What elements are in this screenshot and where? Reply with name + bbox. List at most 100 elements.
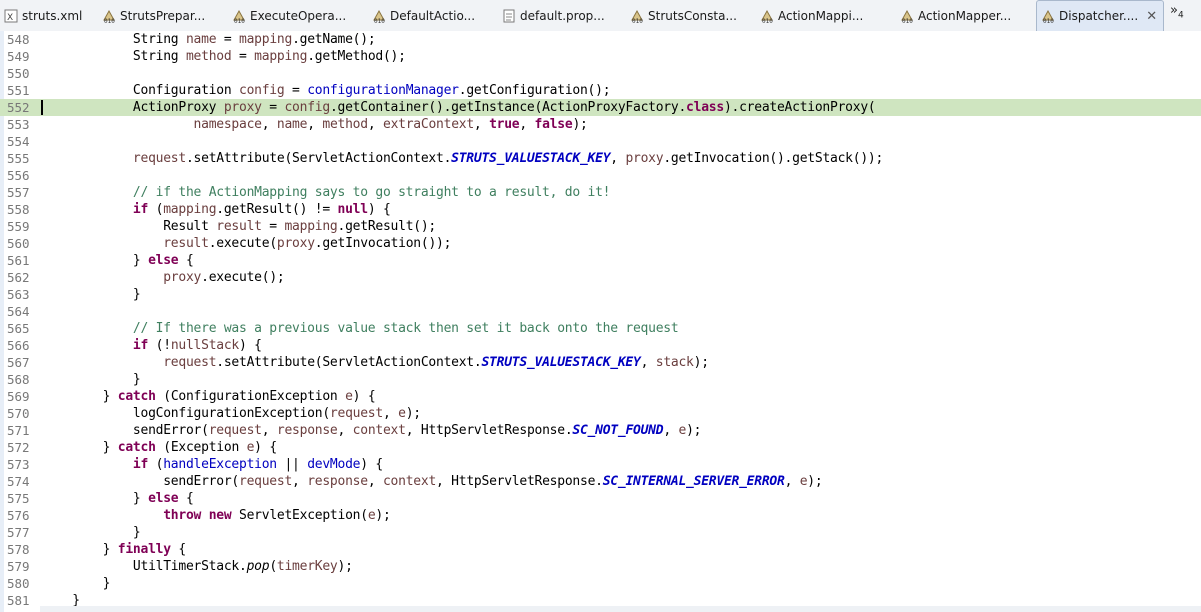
code-token: String xyxy=(42,49,186,64)
code-token: sendError( xyxy=(42,423,209,438)
code-token: , xyxy=(519,117,535,132)
code-line[interactable]: 555 request.setAttribute(ServletActionCo… xyxy=(0,150,1201,167)
code-token: context xyxy=(382,474,437,489)
tab-default-prop[interactable]: default.prop... xyxy=(502,0,630,31)
code-line[interactable]: 570 logConfigurationException(request, e… xyxy=(0,405,1201,422)
code-line[interactable]: 561 } else { xyxy=(0,252,1201,269)
svg-text:010: 010 xyxy=(632,18,643,23)
code-line[interactable]: 573 if (handleException || devMode) { xyxy=(0,456,1201,473)
code-line[interactable]: 574 sendError(request, response, context… xyxy=(0,473,1201,490)
code-token: } xyxy=(42,542,118,557)
code-token: ); xyxy=(693,355,709,370)
code-text: } else { xyxy=(42,490,194,507)
tab-label: struts.xml xyxy=(22,8,83,23)
code-line[interactable]: 575 } else { xyxy=(0,490,1201,507)
code-token: else xyxy=(148,253,179,268)
tab-executeopera[interactable]: 010 ExecuteOpera... xyxy=(232,0,366,31)
code-line[interactable]: 564 xyxy=(0,303,1201,320)
code-line[interactable]: 568 } xyxy=(0,371,1201,388)
tab-defaultactio[interactable]: 010 DefaultActio... xyxy=(372,0,498,31)
code-token: ); xyxy=(337,559,353,574)
close-icon[interactable]: ✕ xyxy=(1146,9,1157,24)
code-editor[interactable]: 548 String name = mapping.getName(); 549 … xyxy=(0,31,1201,612)
line-number: 553 xyxy=(7,117,30,132)
code-text: if (mapping.getResult() != null) { xyxy=(42,201,391,218)
code-token: { xyxy=(170,542,186,557)
code-line[interactable]: 559 Result result = mapping.getResult(); xyxy=(0,218,1201,235)
code-line[interactable]: 565 // If there was a previous value sta… xyxy=(0,320,1201,337)
code-line[interactable]: 567 request.setAttribute(ServletActionCo… xyxy=(0,354,1201,371)
line-number: 554 xyxy=(7,134,30,149)
code-token: context xyxy=(352,423,406,438)
svg-text:010: 010 xyxy=(902,18,913,23)
code-token: SC_INTERNAL_SERVER_ERROR xyxy=(602,474,785,489)
code-line[interactable]: 553 namespace, name, method, extraContex… xyxy=(0,116,1201,133)
line-number: 566 xyxy=(7,338,30,353)
code-text: request.setAttribute(ServletActionContex… xyxy=(42,150,883,167)
code-text: } else { xyxy=(42,252,194,269)
code-line[interactable]: 577 } xyxy=(0,524,1201,541)
line-number: 551 xyxy=(7,83,30,98)
code-text: throw new ServletException(e); xyxy=(42,507,391,524)
code-line[interactable]: 550 xyxy=(0,65,1201,82)
code-line[interactable]: 569 } catch (ConfigurationException e) { xyxy=(0,388,1201,405)
tab-label: StrutsConsta... xyxy=(648,8,737,23)
code-text: result.execute(proxy.getInvocation()); xyxy=(42,235,451,252)
current-line[interactable]: 552 ActionProxy proxy = config.getContai… xyxy=(0,99,1201,116)
code-line[interactable]: 548 String name = mapping.getName(); xyxy=(0,31,1201,48)
code-token: pop xyxy=(246,559,270,574)
code-line[interactable]: 579 UtilTimerStack.pop(timerKey); xyxy=(0,558,1201,575)
code-line[interactable]: 551 Configuration config = configuration… xyxy=(0,82,1201,99)
code-token: new xyxy=(208,508,232,523)
code-line[interactable]: 554 xyxy=(0,133,1201,150)
line-number: 573 xyxy=(7,457,30,472)
code-token: logConfigurationException( xyxy=(42,406,330,421)
tab-dispatcher[interactable]: 010 Dispatcher.... ✕ xyxy=(1036,0,1164,31)
code-text: Result result = mapping.getResult(); xyxy=(42,218,436,235)
code-line[interactable]: 558 if (mapping.getResult() != null) { xyxy=(0,201,1201,218)
tab-strutsconsta[interactable]: 010 StrutsConsta... xyxy=(630,0,758,31)
tab-strutsprepar[interactable]: 010 StrutsPrepar... xyxy=(102,0,227,31)
code-line[interactable]: 576 throw new ServletException(e); xyxy=(0,507,1201,524)
code-token: (Exception xyxy=(155,440,247,455)
tab-actionmappi[interactable]: 010 ActionMappi... xyxy=(760,0,894,31)
code-text: proxy.execute(); xyxy=(42,269,284,286)
code-token: , xyxy=(261,423,277,438)
tab-actionmapper[interactable]: 010 ActionMapper... xyxy=(900,0,1034,31)
code-token: Result xyxy=(42,219,217,234)
code-line[interactable]: 557 // if the ActionMapping says to go s… xyxy=(0,184,1201,201)
code-text: String method = mapping.getMethod(); xyxy=(42,48,406,65)
code-line[interactable]: 563 } xyxy=(0,286,1201,303)
code-line[interactable]: 560 result.execute(proxy.getInvocation()… xyxy=(0,235,1201,252)
horizontal-scrollbar[interactable] xyxy=(40,606,1201,612)
code-line[interactable]: 580 } xyxy=(0,575,1201,592)
code-token: mapping xyxy=(284,219,338,234)
code-line[interactable]: 571 sendError(request, response, context… xyxy=(0,422,1201,439)
code-token: ) { xyxy=(254,440,277,455)
code-token: .getResult(); xyxy=(337,219,437,234)
code-line[interactable]: 549 String method = mapping.getMethod(); xyxy=(0,48,1201,65)
code-line[interactable]: 578 } finally { xyxy=(0,541,1201,558)
code-token: = xyxy=(284,83,308,98)
code-line[interactable]: 556 xyxy=(0,167,1201,184)
line-number: 559 xyxy=(7,219,30,234)
code-line[interactable]: 562 proxy.execute(); xyxy=(0,269,1201,286)
code-line[interactable]: 572 } catch (Exception e) { xyxy=(0,439,1201,456)
code-token: ); xyxy=(807,474,823,489)
code-token: } xyxy=(42,576,111,591)
code-token: true xyxy=(489,117,520,132)
properties-file-icon xyxy=(502,9,516,23)
code-token: , xyxy=(382,406,399,421)
code-line[interactable]: 566 if (!nullStack) { xyxy=(0,337,1201,354)
code-text: // if the ActionMapping says to go strai… xyxy=(42,184,611,201)
line-number: 578 xyxy=(7,542,30,557)
line-number: 555 xyxy=(7,151,30,166)
tab-overflow-button[interactable]: »4 xyxy=(1170,3,1184,21)
code-token: , xyxy=(610,151,626,166)
editor-tab-bar: X struts.xml 010 StrutsPrepar... 010 Exe… xyxy=(0,0,1201,32)
code-text: // If there was a previous value stack t… xyxy=(42,320,679,337)
tab-struts-xml[interactable]: X struts.xml xyxy=(2,0,94,31)
